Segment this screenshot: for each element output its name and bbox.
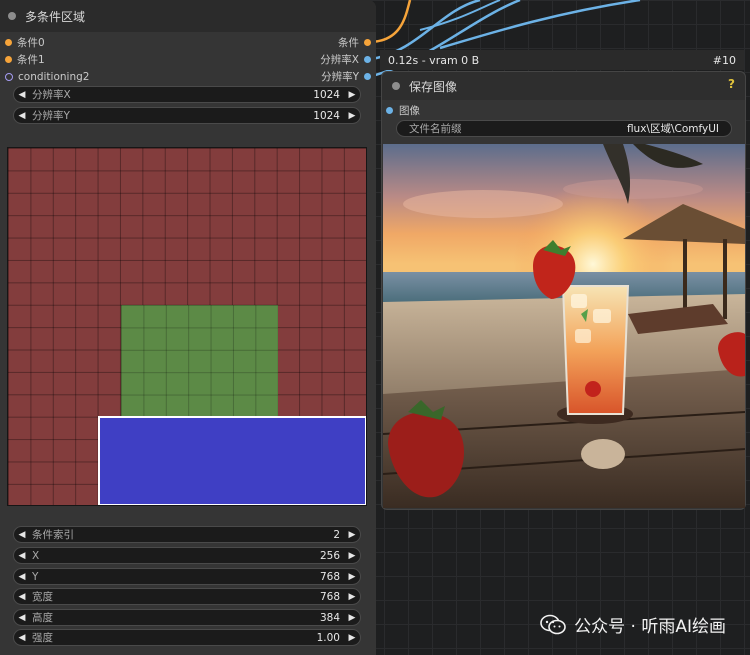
widget-label: 文件名前缀	[409, 123, 462, 135]
widget-value[interactable]: 1.00	[317, 632, 344, 644]
decrement-arrow-icon[interactable]: ◀	[14, 592, 30, 602]
resolution-x-widget[interactable]: ◀ 分辨率X 1024 ▶	[13, 86, 361, 103]
node-header[interactable]: 多条件区域	[0, 0, 376, 32]
help-icon[interactable]: ?	[728, 77, 735, 91]
decrement-arrow-icon[interactable]: ◀	[14, 90, 30, 100]
widget-value[interactable]: 1024	[313, 89, 344, 101]
input-slot-0[interactable]: 条件0	[5, 34, 45, 51]
widget-value[interactable]: 768	[320, 591, 344, 603]
preview-image-illustration	[383, 144, 745, 508]
output-pin-icon[interactable]	[364, 56, 371, 63]
collapse-dot-icon[interactable]	[8, 12, 16, 20]
output-slot-2[interactable]: 分辨率Y	[321, 68, 371, 85]
save-image-node[interactable]: 保存图像 ? 图像 文件名前缀 flux\区域\ComfyUI	[381, 71, 746, 510]
output-label: 分辨率Y	[321, 71, 359, 83]
increment-arrow-icon[interactable]: ▶	[344, 530, 360, 540]
decrement-arrow-icon[interactable]: ◀	[14, 551, 30, 561]
resolution-y-widget[interactable]: ◀ 分辨率Y 1024 ▶	[13, 107, 361, 124]
widget-value[interactable]: 256	[320, 550, 344, 562]
x-widget[interactable]: ◀ X 256 ▶	[13, 547, 361, 564]
widget-label: X	[32, 549, 40, 562]
input-pin-icon[interactable]	[5, 56, 12, 63]
beach-cocktail-image[interactable]	[383, 144, 745, 508]
decrement-arrow-icon[interactable]: ◀	[14, 633, 30, 643]
increment-arrow-icon[interactable]: ▶	[344, 551, 360, 561]
input-label: 条件0	[17, 37, 45, 49]
widget-label: 分辨率X	[32, 89, 71, 101]
output-label: 条件	[338, 37, 359, 49]
wechat-icon	[540, 614, 566, 634]
watermark-text: 公众号 · 听雨AI绘画	[574, 617, 726, 637]
widget-value[interactable]: 768	[320, 571, 344, 583]
multi-area-conditioning-node[interactable]: 多条件区域 条件0 条件 条件1 分辨率X conditioning2 分辨率Y	[0, 0, 376, 655]
increment-arrow-icon[interactable]: ▶	[344, 572, 360, 582]
decrement-arrow-icon[interactable]: ◀	[14, 572, 30, 582]
input-slot-1[interactable]: 条件1	[5, 51, 45, 68]
condition-index-widget[interactable]: ◀ 条件索引 2 ▶	[13, 526, 361, 543]
output-pin-icon[interactable]	[364, 73, 371, 80]
io-row-2: conditioning2 分辨率Y	[0, 68, 376, 85]
increment-arrow-icon[interactable]: ▶	[344, 633, 360, 643]
output-label: 分辨率X	[320, 54, 359, 66]
decrement-arrow-icon[interactable]: ◀	[14, 530, 30, 540]
node-title: 保存图像	[409, 79, 458, 94]
io-row-0: 条件0 条件	[0, 34, 376, 51]
width-widget[interactable]: ◀ 宽度 768 ▶	[13, 588, 361, 605]
input-pin-icon[interactable]	[5, 72, 13, 81]
output-pin-icon[interactable]	[364, 39, 371, 46]
y-widget[interactable]: ◀ Y 768 ▶	[13, 568, 361, 585]
widget-label: Y	[32, 570, 39, 583]
watermark: 公众号 · 听雨AI绘画	[540, 612, 726, 637]
increment-arrow-icon[interactable]: ▶	[344, 613, 360, 623]
widget-label: 高度	[32, 612, 53, 624]
area-preview-canvas[interactable]	[7, 147, 367, 506]
output-slot-0[interactable]: 条件	[338, 34, 371, 51]
widget-label: 分辨率Y	[32, 110, 70, 122]
output-slot-1[interactable]: 分辨率X	[320, 51, 371, 68]
input-label: 条件1	[17, 54, 45, 66]
image-input-slot[interactable]: 图像	[386, 103, 420, 118]
widget-label: 条件索引	[32, 529, 74, 541]
widget-value[interactable]: 2	[333, 529, 344, 541]
decrement-arrow-icon[interactable]: ◀	[14, 613, 30, 623]
filename-prefix-field[interactable]: 文件名前缀 flux\区域\ComfyUI	[396, 120, 732, 137]
input-label: 图像	[399, 105, 420, 117]
node-id: #10	[712, 53, 736, 67]
increment-arrow-icon[interactable]: ▶	[344, 90, 360, 100]
input-slot-2[interactable]: conditioning2	[5, 68, 89, 85]
input-pin-icon[interactable]	[5, 39, 12, 46]
area-region-2-selected[interactable]	[98, 416, 366, 505]
input-pin-icon[interactable]	[386, 107, 393, 114]
increment-arrow-icon[interactable]: ▶	[344, 592, 360, 602]
widget-value[interactable]: 1024	[313, 110, 344, 122]
widget-label: 强度	[32, 632, 53, 644]
decrement-arrow-icon[interactable]: ◀	[14, 111, 30, 121]
increment-arrow-icon[interactable]: ▶	[344, 111, 360, 121]
area-region-1[interactable]	[121, 305, 278, 417]
io-row-1: 条件1 分辨率X	[0, 51, 376, 68]
input-label: conditioning2	[18, 70, 90, 83]
collapse-dot-icon[interactable]	[392, 82, 400, 90]
node-title: 多条件区域	[25, 9, 86, 24]
height-widget[interactable]: ◀ 高度 384 ▶	[13, 609, 361, 626]
widget-value[interactable]: flux\区域\ComfyUI	[627, 121, 719, 136]
strength-widget[interactable]: ◀ 强度 1.00 ▶	[13, 629, 361, 646]
execution-status-bar: 0.12s - vram 0 B #10	[380, 50, 744, 70]
node-header[interactable]: 保存图像 ?	[382, 72, 745, 100]
widget-value[interactable]: 384	[320, 612, 344, 624]
widget-label: 宽度	[32, 591, 53, 603]
timing-text: 0.12s - vram 0 B	[388, 53, 480, 67]
